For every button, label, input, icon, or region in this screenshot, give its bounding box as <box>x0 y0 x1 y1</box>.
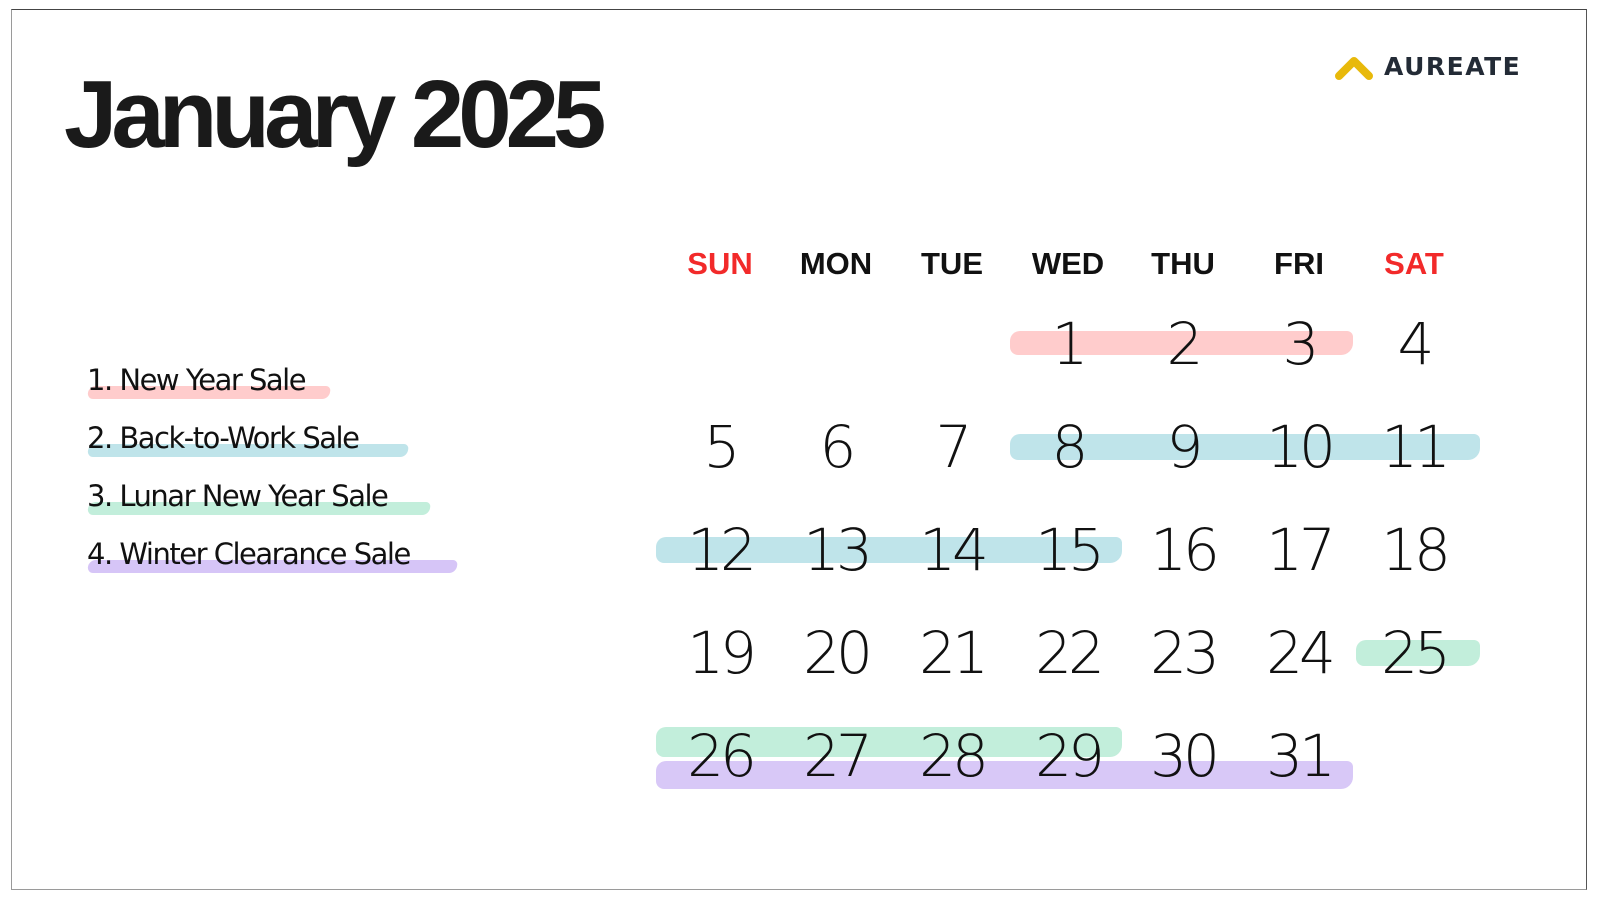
calendar-day-10[interactable]: 10 <box>1241 412 1357 482</box>
calendar-day-23[interactable]: 23 <box>1125 618 1241 688</box>
calendar-day-20[interactable]: 20 <box>778 618 894 688</box>
calendar-day-7[interactable]: 7 <box>894 412 1010 482</box>
calendar-day-12[interactable]: 12 <box>662 515 778 585</box>
calendar-day-30[interactable]: 30 <box>1125 721 1241 791</box>
calendar-day-2[interactable]: 2 <box>1125 309 1241 379</box>
calendar-day-31[interactable]: 31 <box>1241 721 1357 791</box>
calendar-day-17[interactable]: 17 <box>1241 515 1357 585</box>
weekday-header-wed: WED <box>1031 246 1105 281</box>
calendar-day-21[interactable]: 21 <box>894 618 1010 688</box>
calendar-day-29[interactable]: 29 <box>1010 721 1126 791</box>
calendar-day-14[interactable]: 14 <box>894 515 1010 585</box>
weekday-header-tue: TUE <box>921 246 983 281</box>
weekday-header-sat: SAT <box>1384 246 1444 281</box>
calendar-day-16[interactable]: 16 <box>1125 515 1241 585</box>
calendar-day-26[interactable]: 26 <box>662 721 778 791</box>
calendar-day-19[interactable]: 19 <box>662 618 778 688</box>
weekday-header-mon: MON <box>799 246 873 281</box>
calendar-day-24[interactable]: 24 <box>1241 618 1357 688</box>
calendar-day-27[interactable]: 27 <box>778 721 894 791</box>
calendar-day-28[interactable]: 28 <box>894 721 1010 791</box>
calendar-day-15[interactable]: 15 <box>1010 515 1126 585</box>
weekday-header-sun: SUN <box>687 246 753 281</box>
calendar-day-1[interactable]: 1 <box>1010 309 1126 379</box>
weekday-header-fri: FRI <box>1274 246 1324 281</box>
calendar-day-18[interactable]: 18 <box>1356 515 1472 585</box>
calendar-day-6[interactable]: 6 <box>778 412 894 482</box>
calendar-day-9[interactable]: 9 <box>1125 412 1241 482</box>
calendar-day-11[interactable]: 11 <box>1356 412 1472 482</box>
calendar-grid: SUN MON TUE WED THU FRI SAT 1 2 3 4 5 6 7 8 9 10 11 12 13 14… <box>0 0 1600 900</box>
calendar-day-25[interactable]: 25 <box>1356 618 1472 688</box>
calendar-day-5[interactable]: 5 <box>662 412 778 482</box>
calendar-day-3[interactable]: 3 <box>1241 309 1357 379</box>
calendar-day-22[interactable]: 22 <box>1010 618 1126 688</box>
calendar-day-4[interactable]: 4 <box>1356 309 1472 379</box>
calendar-day-13[interactable]: 13 <box>778 515 894 585</box>
calendar-day-8[interactable]: 8 <box>1010 412 1126 482</box>
weekday-header-thu: THU <box>1151 246 1215 281</box>
